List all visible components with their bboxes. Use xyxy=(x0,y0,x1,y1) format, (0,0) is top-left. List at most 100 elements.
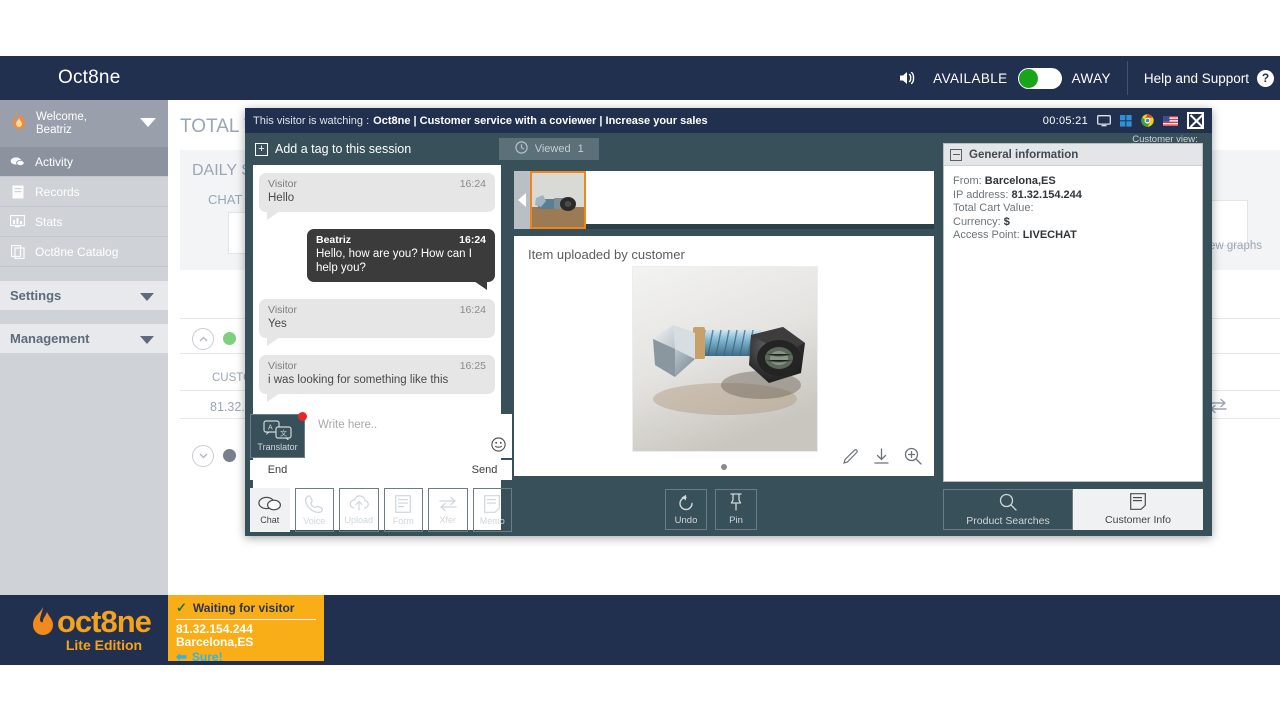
chat-message-list[interactable]: Visitor 16:24 Hello Beatriz 16:24 Hello,… xyxy=(253,165,501,405)
tool-tab-label: Voice xyxy=(303,515,326,526)
translator-alert-dot xyxy=(298,412,307,421)
message-input[interactable]: Write here.. xyxy=(310,414,512,458)
sidebar-item-stats[interactable]: Stats xyxy=(0,207,168,237)
flame-icon xyxy=(30,607,56,645)
sidebar-item-records[interactable]: Records xyxy=(0,177,168,207)
user-welcome[interactable]: Welcome, Beatriz xyxy=(0,100,168,147)
copy-pages-icon xyxy=(10,244,25,259)
smiley-icon[interactable] xyxy=(491,437,506,455)
thumbnail-item-selected[interactable] xyxy=(530,171,586,229)
info-panel-title: General information xyxy=(969,148,1079,161)
tool-tab-memo[interactable]: Memo xyxy=(472,488,512,532)
speaker-icon[interactable] xyxy=(898,70,917,86)
memo-icon xyxy=(1130,493,1146,513)
logo-wordmark: oct8ne Lite Edition xyxy=(57,604,152,653)
welcome-text: Welcome, Beatriz xyxy=(36,111,87,137)
viewed-label: Viewed xyxy=(534,143,571,155)
info-panel-header[interactable]: General information xyxy=(944,144,1202,166)
pencil-icon[interactable] xyxy=(842,448,859,470)
common-phrases-button[interactable]: Common Phrases xyxy=(305,463,457,477)
tool-tab-xfer[interactable]: Xfer xyxy=(428,488,468,532)
watching-prefix: This visitor is watching : xyxy=(253,114,370,127)
top-navbar: Oct8ne AVAILABLE AWAY Help and Support ? xyxy=(0,56,1280,100)
info-label: From: xyxy=(953,175,982,187)
visitor-session-card[interactable]: ✓ Waiting for visitor 81.32.154.244 Barc… xyxy=(168,595,324,664)
sidebar-item-activity[interactable]: Activity xyxy=(0,147,176,177)
tab-label: Customer Info xyxy=(1105,514,1171,526)
message-header: Beatriz 16:24 xyxy=(316,234,486,246)
logo-text: oct8ne xyxy=(57,604,152,639)
info-label: Access Point: xyxy=(953,229,1020,241)
info-row: Total Cart Value: xyxy=(953,202,1202,216)
info-row: Access Point: LIVECHAT xyxy=(953,229,1202,243)
visitor-last-message: Sure! xyxy=(191,650,223,664)
zoom-in-icon[interactable] xyxy=(904,447,922,470)
visitor-last-message-row: ⬅ Sure! xyxy=(176,649,316,665)
topbar-right-group: AVAILABLE AWAY Help and Support ? xyxy=(898,56,1280,100)
browser-chrome-top xyxy=(0,0,1280,56)
tool-tab-upload[interactable]: Upload xyxy=(339,488,379,532)
tool-tab-voice[interactable]: Voice xyxy=(294,488,334,532)
thumbnail-strip xyxy=(514,171,934,229)
tool-tab-chat[interactable]: Chat xyxy=(250,488,290,532)
sidebar-item-oct8ne-catalog[interactable]: Oct8ne Catalog xyxy=(0,237,168,267)
send-button[interactable]: Send xyxy=(457,460,512,480)
chevron-down-icon[interactable] xyxy=(140,118,156,127)
collapse-row-button[interactable] xyxy=(192,328,214,350)
bolt-and-nut-photo xyxy=(633,267,817,451)
add-tag-label[interactable]: Add a tag to this session xyxy=(275,142,411,156)
translator-button[interactable]: A文 Translator xyxy=(250,412,307,458)
message-sender: Beatriz xyxy=(316,234,352,246)
download-icon[interactable] xyxy=(873,447,890,470)
info-row: Currency: $ xyxy=(953,216,1202,230)
chat-composer: A文 Translator Write here.. xyxy=(250,412,512,458)
svg-text:文: 文 xyxy=(280,429,287,438)
viewed-counter[interactable]: Viewed 1 xyxy=(499,138,600,160)
tool-tab-label: Memo xyxy=(479,515,505,526)
undo-button[interactable]: Undo xyxy=(665,489,707,530)
sidebar-section-settings[interactable]: Settings xyxy=(0,281,168,310)
chevron-left-icon[interactable] xyxy=(514,171,530,229)
message-text: Yes xyxy=(268,318,287,330)
footer-bar: oct8ne Lite Edition ✓ Waiting for visito… xyxy=(0,595,1280,665)
bolt-and-nut-thumbnail xyxy=(532,173,584,227)
carousel-dot[interactable] xyxy=(721,464,727,470)
sidebar-section-management[interactable]: Management xyxy=(0,324,168,353)
tab-product-searches[interactable]: Product Searches xyxy=(943,489,1073,530)
sidebar-section-label: Settings xyxy=(10,288,62,303)
memo-icon xyxy=(484,494,501,515)
pin-button[interactable]: Pin xyxy=(715,489,757,530)
search-icon xyxy=(999,493,1017,514)
chat-bubbles-icon xyxy=(258,496,282,514)
app-brand: Oct8ne xyxy=(58,67,121,88)
minus-icon[interactable] xyxy=(950,148,962,161)
message-sender: Visitor xyxy=(268,304,297,316)
chat-message: Visitor 16:24 Yes xyxy=(259,299,495,346)
us-flag-icon xyxy=(1163,115,1178,126)
document-icon xyxy=(10,185,25,199)
plus-icon[interactable]: + xyxy=(255,142,268,156)
tab-customer-info[interactable]: Customer Info xyxy=(1073,489,1203,530)
monitor-icon xyxy=(1097,114,1111,127)
help-and-support-link[interactable]: Help and Support ? xyxy=(1144,69,1280,87)
end-chat-button[interactable]: End xyxy=(250,460,305,480)
flame-icon xyxy=(10,110,28,137)
visitor-status-row: ✓ Waiting for visitor xyxy=(176,600,316,616)
message-time: 16:24 xyxy=(459,234,486,246)
message-text: i was looking for something like this xyxy=(268,374,449,386)
expand-row-button[interactable] xyxy=(192,445,214,467)
message-input-placeholder: Write here.. xyxy=(318,419,378,431)
info-label: IP address: xyxy=(953,188,1009,201)
info-value: $ xyxy=(1003,215,1010,228)
chat-message: Visitor 16:24 Hello xyxy=(259,173,495,220)
tool-tab-form[interactable]: Form xyxy=(383,488,423,532)
tool-tab-label: Form xyxy=(392,515,414,526)
availability-toggle[interactable] xyxy=(1017,67,1062,89)
tool-tab-label: Xfer xyxy=(439,514,456,525)
close-icon[interactable] xyxy=(1187,112,1204,129)
visitor-location: Barcelona,ES xyxy=(176,635,254,649)
status-dot-offline xyxy=(223,449,236,462)
product-image[interactable] xyxy=(632,266,818,452)
